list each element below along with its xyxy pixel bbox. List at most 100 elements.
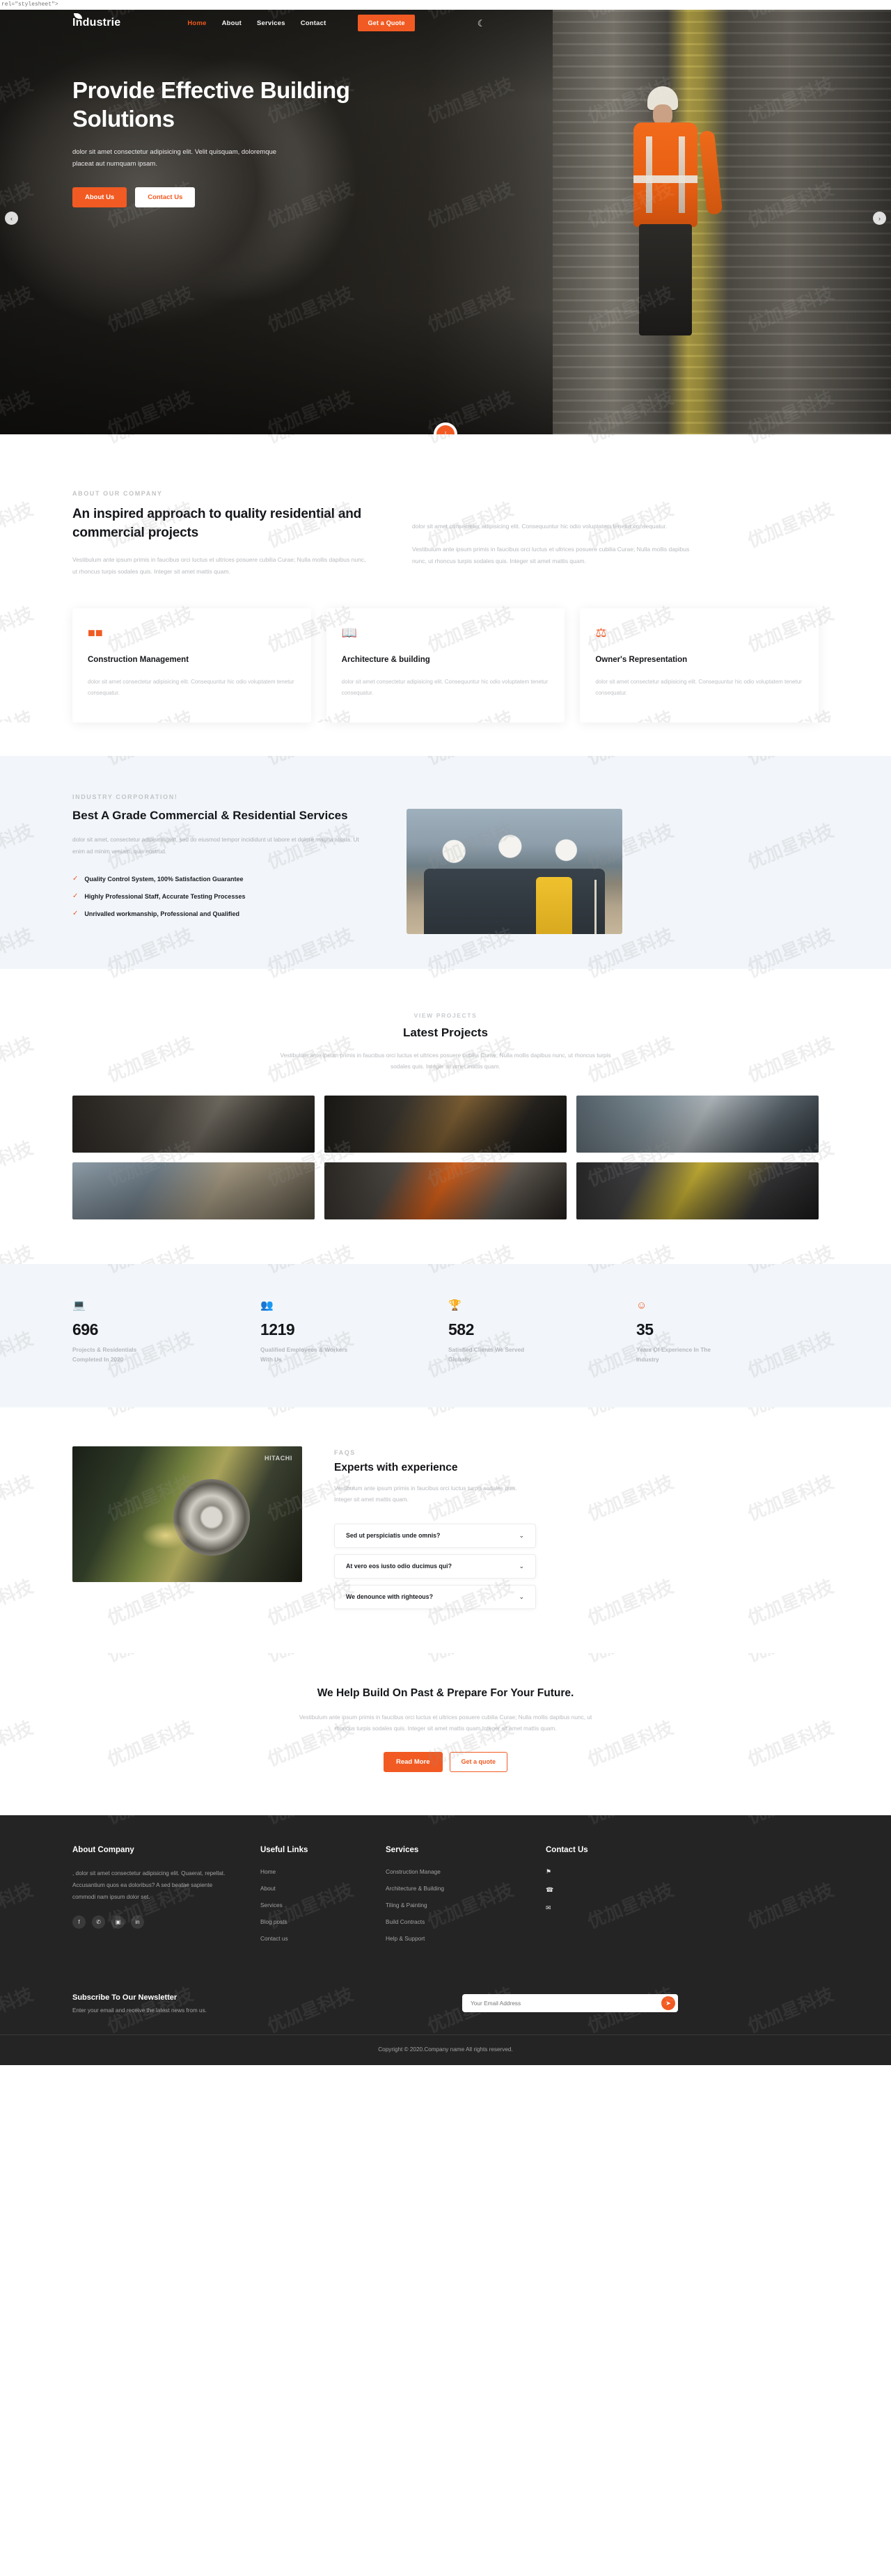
instagram-icon[interactable]: ▣	[111, 1915, 125, 1929]
footer-service-help-support[interactable]: Help & Support	[386, 1935, 546, 1942]
hero-contact-us-button[interactable]: Contact Us	[135, 187, 196, 207]
footer-services-title: Services	[386, 1845, 419, 1854]
footer-link-contact-us[interactable]: Contact us	[260, 1935, 386, 1942]
project-card-machinery-inspection[interactable]	[324, 1162, 567, 1220]
industry-heading: Best A Grade Commercial & Residential Se…	[72, 808, 348, 822]
industry-team-photo	[407, 808, 622, 934]
faq-accordion-item-1[interactable]: Sed ut perspiciatis unde omnis? ⌄	[334, 1523, 536, 1548]
moon-icon[interactable]: ☾	[478, 19, 486, 28]
industry-section: 优加星科技 优加星科技 优加星科技 优加星科技 优加星科技 优加星科技 优加星科技 优加星科技…	[0, 755, 891, 969]
footer-link-services[interactable]: Services	[260, 1902, 386, 1909]
footer-link-about[interactable]: About	[260, 1885, 386, 1892]
check-circle-icon: ✓	[72, 874, 79, 883]
location-pin-icon: ⚑	[546, 1867, 552, 1875]
faq-accordion-item-2[interactable]: At vero eos iusto odio ducimus qui? ⌄	[334, 1554, 536, 1579]
linkedin-icon[interactable]: in	[131, 1915, 144, 1929]
footer-columns: About Company , dolor sit amet consectet…	[72, 1846, 819, 1952]
service-card-text: dolor sit amet consectetur adipisicing e…	[88, 678, 294, 696]
project-card-turbine-rotor[interactable]	[72, 1096, 315, 1153]
nav-links: Home About Services Contact Get a Quote	[187, 15, 415, 31]
get-a-quote-button[interactable]: Get a Quote	[358, 15, 415, 31]
about-eyebrow: ABOUT OUR COMPANY	[72, 490, 163, 497]
service-card-architecture-building[interactable]: 📖 Architecture & building dolor sit amet…	[326, 608, 565, 722]
industry-text-column: INDUSTRY CORPORATION! Best A Grade Comme…	[72, 793, 372, 934]
hero-buttons: About Us Contact Us	[72, 187, 393, 207]
stat-qualified-employees: 👥 1219 Qualified Employees & Workers Wit…	[260, 1300, 443, 1364]
newsletter-section: Subscribe To Our Newsletter Enter your e…	[72, 1975, 819, 2034]
industry-eyebrow: INDUSTRY CORPORATION!	[72, 793, 178, 800]
chevron-down-icon: ⌄	[519, 1593, 524, 1600]
check-circle-icon: ✓	[72, 909, 79, 917]
footer-link-home[interactable]: Home	[260, 1868, 386, 1875]
stat-number: 35	[636, 1320, 654, 1339]
slider-prev-button[interactable]: ‹	[5, 212, 18, 225]
chevron-down-icon: ⌄	[519, 1531, 524, 1539]
cta-read-more-button[interactable]: Read More	[383, 1751, 443, 1772]
footer-contact-column: Contact Us ⚑ ☎ ✉	[546, 1846, 713, 1952]
faq-question: Sed ut perspiciatis unde omnis?	[346, 1532, 441, 1540]
footer-about-column: About Company , dolor sit amet consectet…	[72, 1846, 260, 1952]
brand-logo[interactable]: Industrie	[72, 13, 120, 29]
footer-service-tiling-painting[interactable]: Tiling & Painting	[386, 1902, 546, 1909]
project-card-construction-crew[interactable]	[576, 1162, 819, 1220]
service-card-construction-management[interactable]: ■■ Construction Management dolor sit ame…	[72, 608, 311, 722]
stat-years-experience: ☺ 35 Years Of Experience In The Industry	[636, 1300, 819, 1364]
faq-question: We denounce with righteous?	[346, 1593, 433, 1601]
project-card-site-survey-team[interactable]	[72, 1162, 315, 1220]
stat-satisfied-clients: 🏆 582 Satisfied Clients We Served Global…	[448, 1300, 631, 1364]
cta-get-a-quote-button[interactable]: Get a quote	[449, 1751, 508, 1772]
newsletter-email-input[interactable]	[462, 2000, 643, 2007]
book-icon: 📖	[341, 625, 358, 640]
faq-heading: Experts with experience	[334, 1462, 458, 1474]
smiley-icon: ☺	[636, 1299, 647, 1312]
feature-label: Highly Professional Staff, Accurate Test…	[84, 892, 246, 900]
about-heading: An inspired approach to quality resident…	[72, 507, 362, 540]
about-left-column: An inspired approach to quality resident…	[72, 505, 372, 578]
photo-brand-label: HITACHI	[264, 1455, 292, 1462]
stat-number: 582	[448, 1320, 474, 1339]
hero-about-us-button[interactable]: About Us	[72, 187, 127, 207]
people-icon: 👥	[260, 1299, 274, 1312]
footer-about-title: About Company	[72, 1845, 134, 1854]
footer-services-column: Services Construction Manage Architectur…	[386, 1846, 546, 1952]
newsletter-form: ➤	[462, 1994, 678, 2013]
cta-heading: We Help Build On Past & Prepare For Your…	[317, 1686, 574, 1699]
twitter-icon[interactable]: ✆	[92, 1915, 105, 1929]
facebook-icon[interactable]: f	[72, 1915, 86, 1929]
blocks-icon: ■■	[88, 625, 103, 640]
cta-paragraph: Vestibulum ante ipsum primis in faucibus…	[299, 1713, 592, 1732]
industry-feature-list: ✓ Quality Control System, 100% Satisfact…	[72, 874, 372, 917]
main-navigation: Industrie Home About Services Contact Ge…	[0, 10, 891, 36]
paper-plane-icon[interactable]: ➤	[661, 1996, 675, 2011]
list-item: ✓ Highly Professional Staff, Accurate Te…	[72, 892, 372, 900]
footer-service-build-contracts[interactable]: Build Contracts	[386, 1918, 546, 1925]
slider-next-button[interactable]: ›	[873, 212, 886, 225]
footer-contact-title: Contact Us	[546, 1845, 588, 1854]
browser-source-artifact: rel="stylesheet">	[0, 0, 891, 10]
trophy-icon: 🏆	[448, 1299, 462, 1312]
footer-service-construction-manage[interactable]: Construction Manage	[386, 1868, 546, 1875]
about-section: 优加星科技优加星科技优加星科技优加星科技优加星科技优加星科技优加星科技优加星科技…	[0, 434, 891, 722]
faq-eyebrow: FAQS	[334, 1449, 356, 1457]
arrow-down-icon: ⤓	[443, 429, 448, 435]
footer-service-architecture-building[interactable]: Architecture & Building	[386, 1885, 546, 1892]
project-card-rail-maintenance[interactable]	[576, 1096, 819, 1153]
feature-label: Unrivalled workmanship, Professional and…	[84, 910, 239, 917]
copyright-text: Copyright © 2020.Company name All rights…	[0, 2034, 891, 2065]
nav-item-contact[interactable]: Contact	[301, 19, 326, 27]
faq-accordion-item-3[interactable]: We denounce with righteous? ⌄	[334, 1584, 536, 1609]
nav-item-home[interactable]: Home	[187, 19, 206, 27]
nav-item-about[interactable]: About	[222, 19, 242, 27]
service-card-text: dolor sit amet consectetur adipisicing e…	[341, 678, 549, 696]
stat-label: Qualified Employees & Workers With Us	[260, 1346, 348, 1364]
nav-item-services[interactable]: Services	[257, 19, 285, 27]
faq-accordion: Sed ut perspiciatis unde omnis? ⌄ At ver…	[334, 1523, 819, 1609]
list-item: ✓ Unrivalled workmanship, Professional a…	[72, 910, 372, 917]
service-card-owners-representation[interactable]: ⚖ Owner's Representation dolor sit amet …	[580, 608, 819, 722]
footer-about-text: , dolor sit amet consectetur adipisicing…	[72, 1870, 226, 1900]
stats-section: 优加星科技优加星科技优加星科技优加星科技优加星科技优加星科技优加星科技优加星科技…	[0, 1264, 891, 1408]
project-card-grinding-welding[interactable]	[324, 1096, 567, 1153]
stat-number: 696	[72, 1320, 98, 1339]
hero-content: Provide Effective Building Solutions dol…	[72, 77, 393, 207]
footer-link-blog-posts[interactable]: Blog posts	[260, 1918, 386, 1925]
